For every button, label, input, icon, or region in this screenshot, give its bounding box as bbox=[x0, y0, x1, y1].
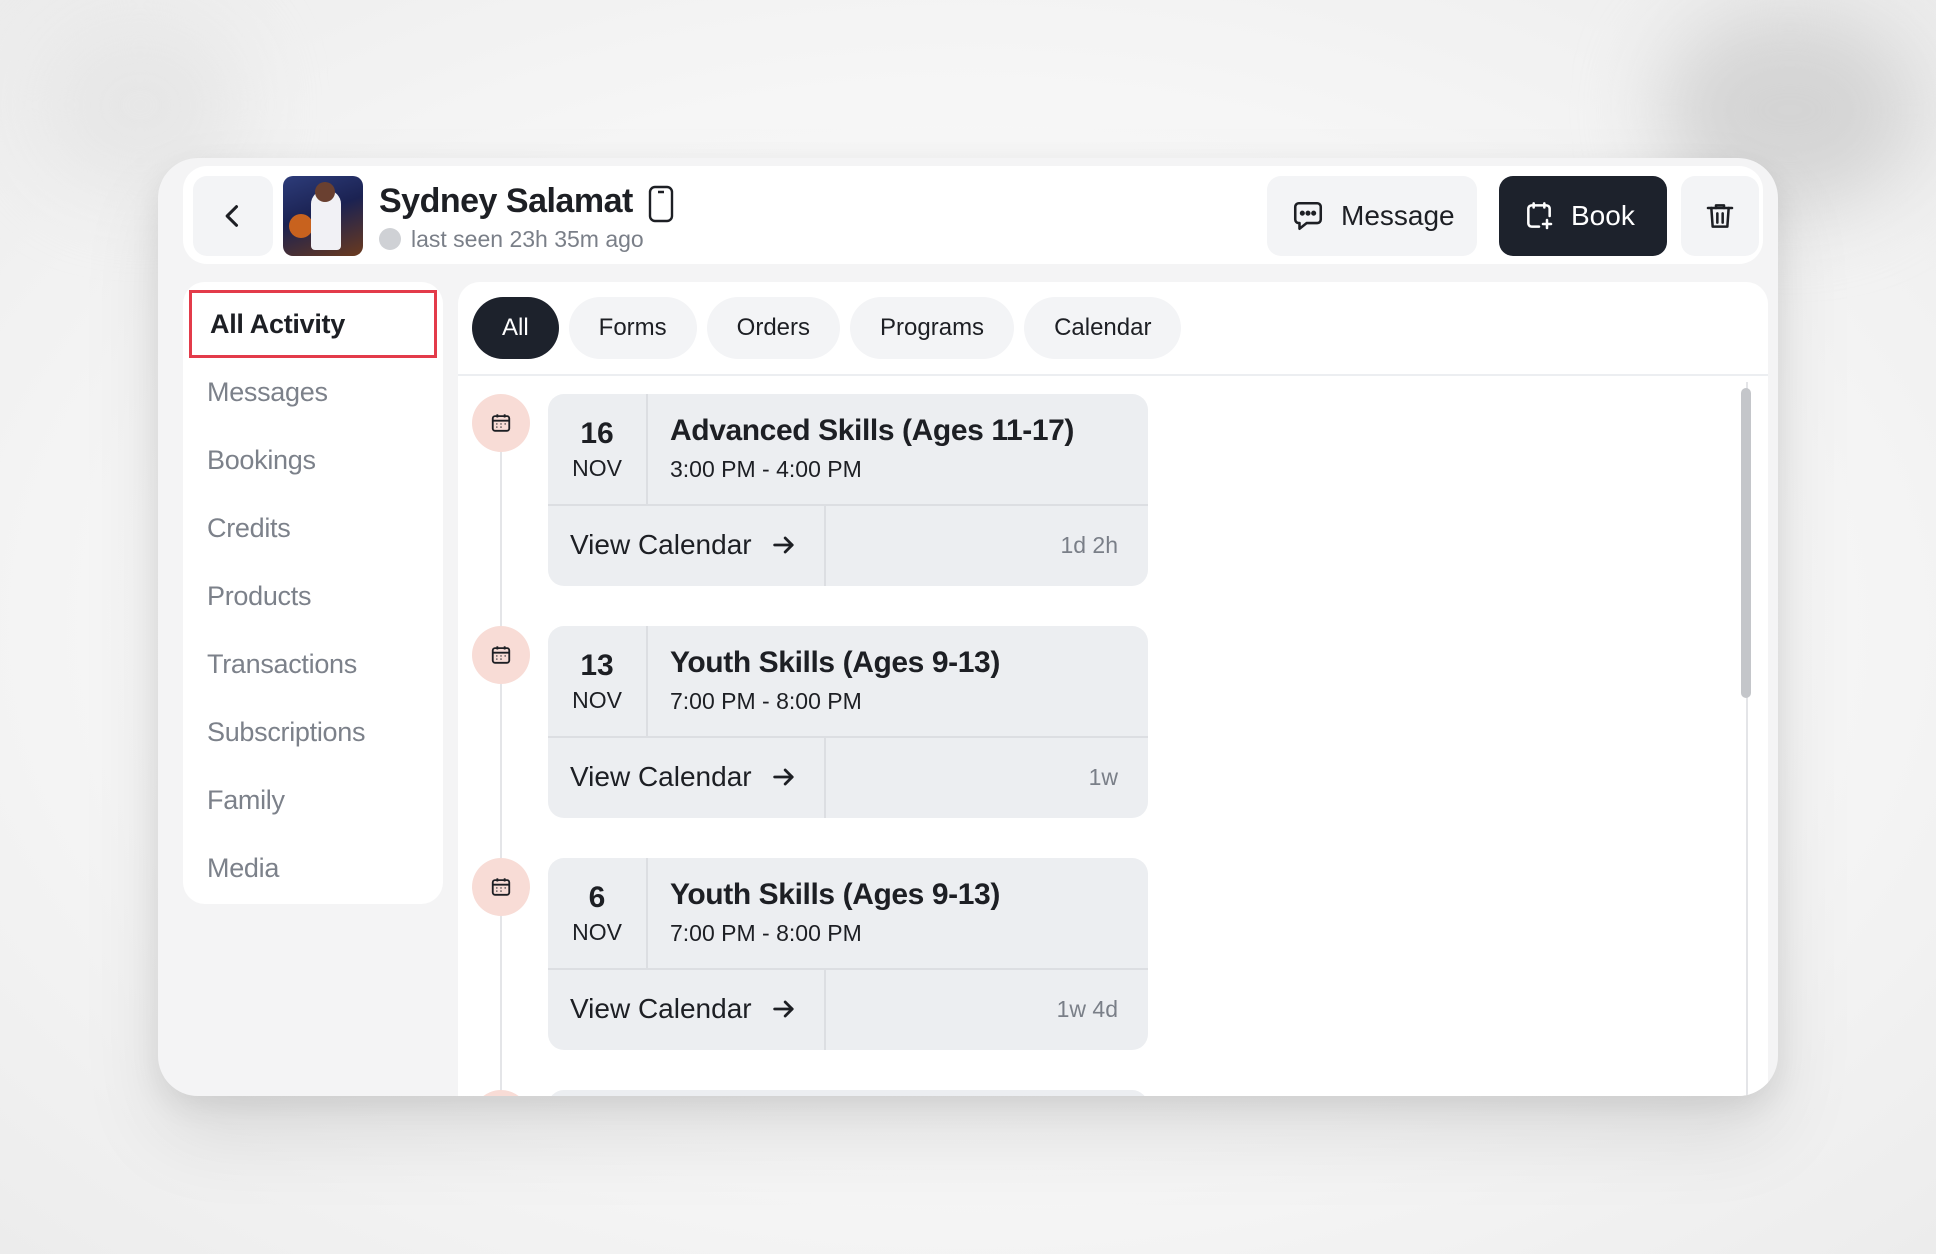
tab-forms[interactable]: Forms bbox=[568, 297, 697, 359]
tab-orders[interactable]: Orders bbox=[706, 297, 841, 359]
back-button[interactable] bbox=[193, 176, 273, 256]
arrow-right-icon bbox=[772, 1000, 794, 1018]
event-month: NOV bbox=[572, 686, 622, 713]
event-time: 7:00 PM - 8:00 PM bbox=[670, 688, 862, 714]
view-calendar-label: View Calendar bbox=[570, 993, 752, 1024]
sidebar-nav: All Activity Messages Bookings Credits P… bbox=[183, 282, 443, 904]
message-button-label: Message bbox=[1341, 200, 1455, 231]
activity-item: 13 NOV Youth Skills (Ages 9-13) 7:00 PM … bbox=[472, 626, 1172, 818]
timeline-marker bbox=[472, 626, 530, 684]
view-calendar-link[interactable]: View Calendar bbox=[570, 968, 798, 1050]
avatar bbox=[283, 176, 363, 256]
sidebar-item-label: Transactions bbox=[207, 648, 357, 679]
event-title: Youth Skills (Ages 9-13) bbox=[670, 878, 1000, 911]
profile-header: Sydney Salamat last seen 23h 35m ago Mes… bbox=[183, 166, 1763, 264]
sidebar-item-label: All Activity bbox=[210, 308, 345, 339]
user-name: Sydney Salamat bbox=[379, 182, 633, 220]
sidebar-item-label: Media bbox=[207, 852, 280, 883]
sidebar-item-label: Credits bbox=[207, 512, 291, 543]
divider bbox=[824, 504, 826, 586]
timeline-marker bbox=[472, 394, 530, 452]
event-relative-time: 1w 4d bbox=[1056, 995, 1118, 1022]
event-card[interactable]: 16 NOV Advanced Skills (Ages 11-17) 3:00… bbox=[548, 394, 1148, 586]
sidebar-item-family[interactable]: Family bbox=[183, 766, 443, 834]
book-button[interactable]: Book bbox=[1499, 176, 1667, 256]
chat-bubble-icon bbox=[1293, 201, 1323, 231]
activity-item: 6 NOV Youth Skills (Ages 9-13) 7:00 PM -… bbox=[472, 858, 1172, 1050]
delete-button[interactable] bbox=[1681, 176, 1759, 256]
calendar-icon bbox=[491, 646, 511, 664]
event-month: NOV bbox=[572, 454, 622, 481]
timeline-marker bbox=[472, 1090, 530, 1096]
divider bbox=[824, 968, 826, 1050]
activity-panel: All Forms Orders Programs Calendar 16 NO… bbox=[458, 282, 1768, 1096]
event-time: 7:00 PM - 8:00 PM bbox=[670, 920, 862, 946]
event-card[interactable]: 13 NOV Youth Skills (Ages 9-13) 7:00 PM … bbox=[548, 626, 1148, 818]
chevron-left-icon bbox=[225, 205, 239, 227]
book-button-label: Book bbox=[1571, 200, 1635, 231]
sidebar-item-label: Messages bbox=[207, 376, 328, 407]
divider bbox=[824, 736, 826, 818]
sidebar-item-label: Family bbox=[207, 784, 285, 815]
view-calendar-link[interactable]: View Calendar bbox=[570, 736, 798, 818]
event-date: 16 NOV bbox=[548, 394, 648, 504]
sidebar-item-label: Products bbox=[207, 580, 312, 611]
event-relative-time: 1d 2h bbox=[1060, 531, 1118, 558]
event-day: 6 bbox=[588, 880, 606, 914]
sidebar-item-products[interactable]: Products bbox=[183, 562, 443, 630]
event-date: 13 NOV bbox=[548, 626, 648, 736]
event-date: 6 NOV bbox=[548, 858, 648, 968]
tab-all[interactable]: All bbox=[472, 297, 559, 359]
event-title: Advanced Skills (Ages 11-17) bbox=[670, 414, 1074, 447]
phone-device-icon bbox=[648, 185, 674, 223]
event-title: Youth Skills (Ages 9-13) bbox=[670, 646, 1000, 679]
event-card[interactable]: 6 NOV Youth Skills (Ages 9-13) 7:00 PM -… bbox=[548, 858, 1148, 1050]
event-relative-time: 1w bbox=[1088, 763, 1118, 790]
sidebar-item-subscriptions[interactable]: Subscriptions bbox=[183, 698, 443, 766]
sidebar-item-label: Subscriptions bbox=[207, 716, 366, 747]
arrow-right-icon bbox=[772, 768, 794, 786]
scrollbar-thumb[interactable] bbox=[1741, 388, 1751, 698]
tab-programs[interactable]: Programs bbox=[850, 297, 1015, 359]
sidebar-item-credits[interactable]: Credits bbox=[183, 494, 443, 562]
event-day: 13 bbox=[580, 648, 614, 682]
calendar-plus-icon bbox=[1527, 202, 1553, 230]
timeline-marker bbox=[472, 858, 530, 916]
sidebar-item-media[interactable]: Media bbox=[183, 834, 443, 902]
filter-tabs: All Forms Orders Programs Calendar bbox=[472, 297, 1182, 359]
message-button[interactable]: Message bbox=[1267, 176, 1477, 256]
last-seen-text: last seen 23h 35m ago bbox=[411, 226, 644, 252]
sidebar-item-messages[interactable]: Messages bbox=[183, 358, 443, 426]
trash-icon bbox=[1706, 204, 1734, 228]
divider bbox=[458, 374, 1768, 376]
sidebar-item-transactions[interactable]: Transactions bbox=[183, 630, 443, 698]
event-month: NOV bbox=[572, 918, 622, 945]
sidebar-item-label: Bookings bbox=[207, 444, 316, 475]
sidebar-item-bookings[interactable]: Bookings bbox=[183, 426, 443, 494]
calendar-icon bbox=[491, 414, 511, 432]
app-window: Sydney Salamat last seen 23h 35m ago Mes… bbox=[158, 158, 1778, 1096]
event-day: 16 bbox=[580, 416, 614, 450]
arrow-right-icon bbox=[772, 536, 794, 554]
view-calendar-label: View Calendar bbox=[570, 761, 752, 792]
sidebar-item-all-activity[interactable]: All Activity bbox=[189, 290, 437, 358]
calendar-icon bbox=[491, 878, 511, 896]
view-calendar-label: View Calendar bbox=[570, 529, 752, 560]
tab-calendar[interactable]: Calendar bbox=[1024, 297, 1182, 359]
activity-item: 16 NOV Advanced Skills (Ages 11-17) 3:00… bbox=[472, 394, 1172, 586]
event-card[interactable] bbox=[548, 1090, 1148, 1096]
activity-item bbox=[472, 1090, 1172, 1096]
status-indicator bbox=[379, 228, 401, 250]
view-calendar-link[interactable]: View Calendar bbox=[570, 504, 798, 586]
event-time: 3:00 PM - 4:00 PM bbox=[670, 456, 862, 482]
